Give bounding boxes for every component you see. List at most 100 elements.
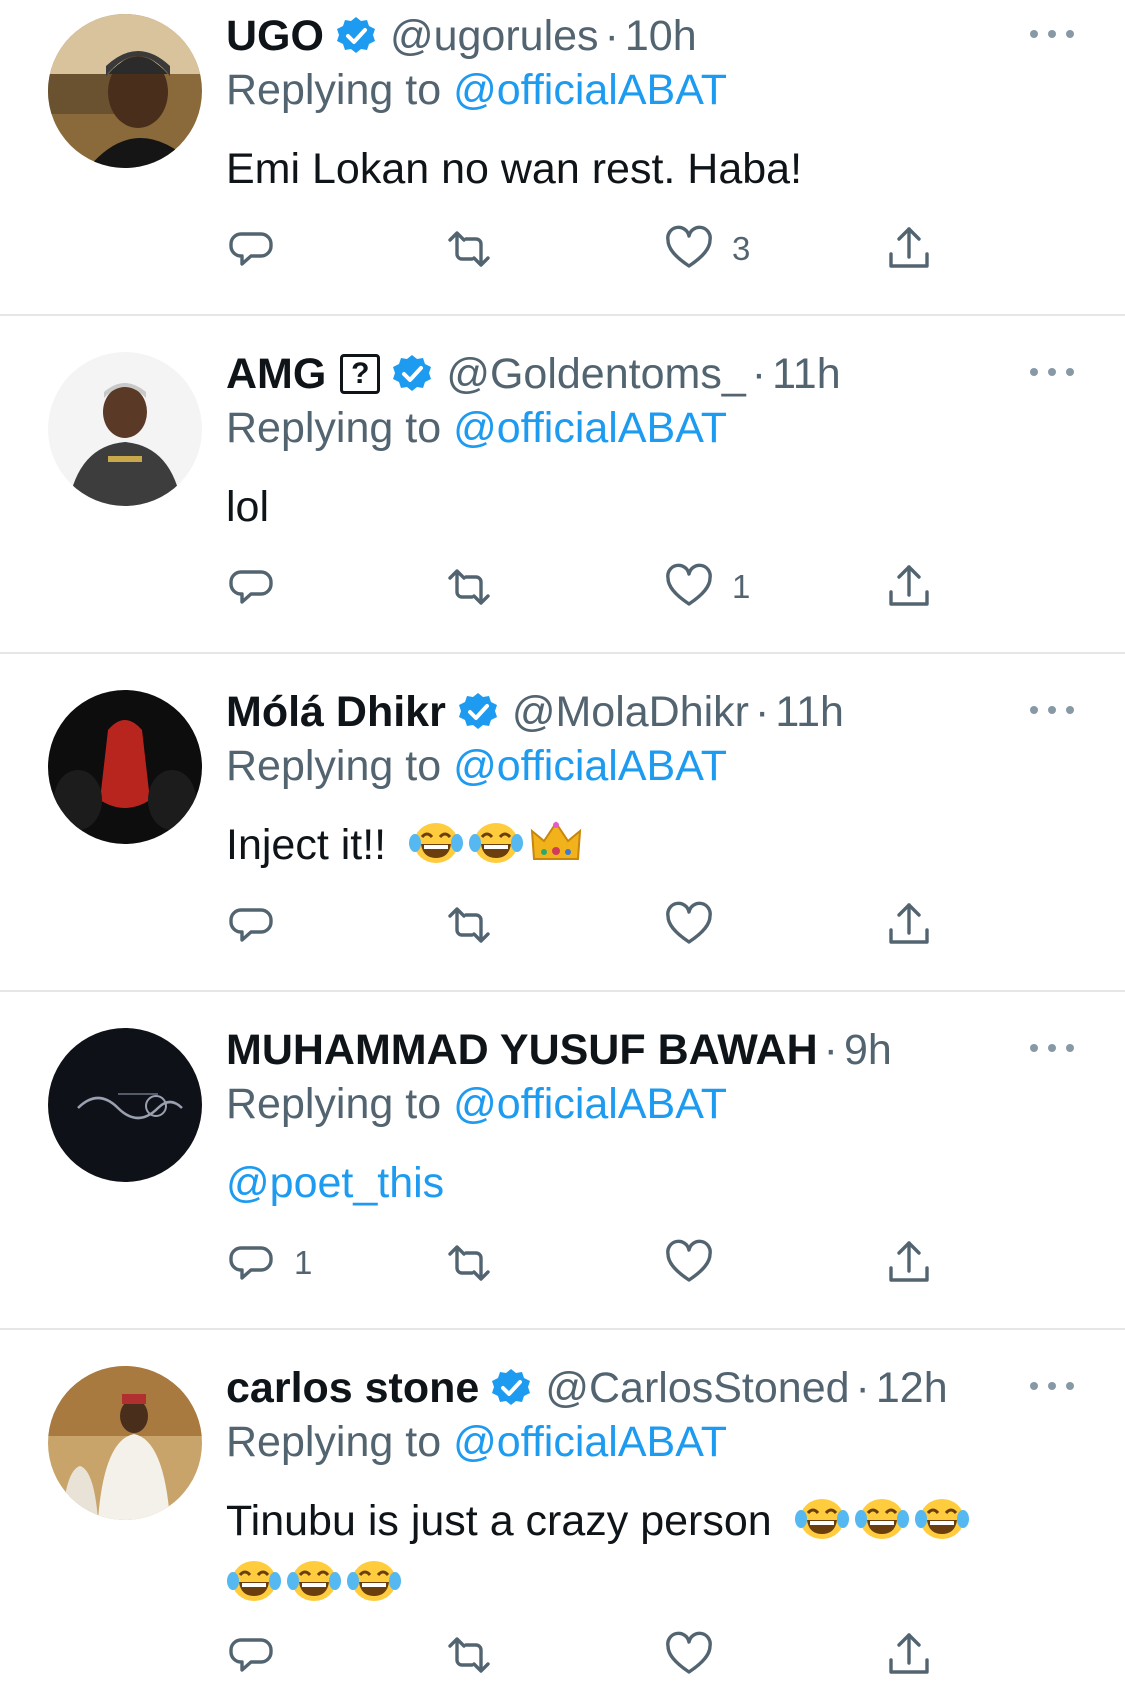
like-button[interactable]: 3 xyxy=(664,224,750,274)
tears-of-joy-icon xyxy=(408,821,465,865)
more-icon[interactable] xyxy=(1030,1376,1074,1396)
separator-dot: · xyxy=(855,1363,870,1412)
timestamp[interactable]: 12h xyxy=(876,1364,948,1413)
replying-to-mention[interactable]: @officialABAT xyxy=(453,66,727,114)
separator-dot: · xyxy=(604,11,619,60)
avatar[interactable] xyxy=(48,352,202,506)
reply-button[interactable] xyxy=(226,1630,276,1680)
share-icon xyxy=(889,227,929,268)
reply-icon xyxy=(229,570,273,604)
tears-of-joy-icon xyxy=(286,1559,342,1603)
replying-to: Replying to @officialABAT xyxy=(226,1080,727,1129)
tweet[interactable]: Mólá Dhikr @MolaDhikr · 11h Replying to … xyxy=(0,654,1125,992)
retweet-button[interactable] xyxy=(444,1630,494,1680)
share-button[interactable] xyxy=(884,224,934,274)
tears-of-joy-icon xyxy=(853,1497,910,1541)
display-name[interactable]: carlos stone xyxy=(226,1364,479,1413)
reply-icon xyxy=(229,1638,273,1672)
action-bar xyxy=(226,1630,1026,1680)
like-icon xyxy=(666,1239,712,1282)
share-button[interactable] xyxy=(884,562,934,612)
tears-of-joy-icon xyxy=(468,821,525,865)
reply-button[interactable] xyxy=(226,900,276,950)
avatar[interactable] xyxy=(48,690,202,844)
like-count: 1 xyxy=(732,568,751,605)
reply-button[interactable] xyxy=(226,224,276,274)
more-icon[interactable] xyxy=(1030,700,1074,720)
user-handle[interactable]: @Goldentoms_ xyxy=(446,350,745,399)
tweet[interactable]: UGO @ugorules · 10h Replying to @officia… xyxy=(0,0,1125,316)
action-bar: 3 xyxy=(226,224,1026,274)
display-name[interactable]: UGO xyxy=(226,12,324,61)
like-button[interactable] xyxy=(664,1630,714,1680)
share-button[interactable] xyxy=(884,1238,934,1288)
like-icon xyxy=(666,563,712,606)
timestamp[interactable]: 9h xyxy=(844,1026,892,1075)
avatar[interactable] xyxy=(48,14,202,168)
replying-to-mention[interactable]: @officialABAT xyxy=(453,1418,727,1466)
more-icon[interactable] xyxy=(1030,1038,1074,1058)
replying-to-label: Replying to xyxy=(226,1080,442,1128)
retweet-button[interactable] xyxy=(444,1238,494,1288)
tweet-body: Inject it!! xyxy=(226,814,1066,876)
user-handle[interactable]: @CarlosStoned xyxy=(545,1364,849,1413)
verified-icon xyxy=(457,692,498,731)
retweet-icon xyxy=(448,231,490,267)
user-handle[interactable]: @ugorules xyxy=(390,12,599,61)
tweet-text: lol xyxy=(226,483,270,531)
retweet-icon xyxy=(448,1245,490,1281)
more-icon[interactable] xyxy=(1030,362,1074,382)
timestamp[interactable]: 11h xyxy=(775,688,844,737)
replying-to-label: Replying to xyxy=(226,404,442,452)
reply-icon xyxy=(229,232,273,266)
share-button[interactable] xyxy=(884,900,934,950)
more-icon[interactable] xyxy=(1030,24,1074,44)
tweet[interactable]: MUHAMMAD YUSUF BAWAH · 9h Replying to @o… xyxy=(0,992,1125,1330)
replying-to-mention[interactable]: @officialABAT xyxy=(453,1080,727,1128)
share-icon xyxy=(889,565,929,606)
tweet[interactable]: AMG ? @Goldentoms_ · 11h Replying to @of… xyxy=(0,316,1125,654)
action-bar: 1 xyxy=(226,1238,1026,1288)
separator-dot: · xyxy=(823,1025,838,1074)
like-icon xyxy=(666,901,712,944)
replying-to-label: Replying to xyxy=(226,1418,442,1466)
tweet[interactable]: carlos stone @CarlosStoned · 12h Replyin… xyxy=(0,1330,1125,1706)
share-icon xyxy=(889,1633,929,1674)
reply-button[interactable]: 1 xyxy=(226,1238,312,1288)
replying-to-mention[interactable]: @officialABAT xyxy=(453,742,727,790)
replying-to-mention[interactable]: @officialABAT xyxy=(453,404,727,452)
retweet-icon xyxy=(448,1637,490,1673)
timestamp[interactable]: 11h xyxy=(772,350,841,399)
retweet-button[interactable] xyxy=(444,562,494,612)
like-icon xyxy=(666,225,712,268)
retweet-button[interactable] xyxy=(444,224,494,274)
display-name[interactable]: AMG xyxy=(226,350,326,399)
replying-to: Replying to @officialABAT xyxy=(226,742,727,791)
like-button[interactable]: 1 xyxy=(664,562,750,612)
mention-link[interactable]: @poet_this xyxy=(226,1159,444,1207)
display-name[interactable]: MUHAMMAD YUSUF BAWAH xyxy=(226,1026,818,1075)
retweet-button[interactable] xyxy=(444,900,494,950)
avatar[interactable] xyxy=(48,1366,202,1520)
share-icon xyxy=(889,1241,929,1282)
replying-to-label: Replying to xyxy=(226,66,442,114)
like-button[interactable] xyxy=(664,1238,714,1288)
separator-dot: · xyxy=(755,687,770,736)
retweet-icon xyxy=(448,569,490,605)
share-icon xyxy=(889,903,929,944)
tears-of-joy-icon xyxy=(226,1559,282,1603)
reply-icon xyxy=(229,908,273,942)
display-name[interactable]: Mólá Dhikr xyxy=(226,688,446,737)
replying-to: Replying to @officialABAT xyxy=(226,404,727,453)
reply-button[interactable] xyxy=(226,562,276,612)
timestamp[interactable]: 10h xyxy=(625,12,697,61)
tears-of-joy-icon xyxy=(793,1497,850,1541)
retweet-icon xyxy=(448,907,490,943)
like-button[interactable] xyxy=(664,900,714,950)
replying-to-label: Replying to xyxy=(226,742,442,790)
tears-of-joy-icon xyxy=(913,1497,970,1541)
share-button[interactable] xyxy=(884,1630,934,1680)
user-handle[interactable]: @MolaDhikr xyxy=(512,688,749,737)
avatar[interactable] xyxy=(48,1028,202,1182)
tweet-text: Emi Lokan no wan rest. Haba! xyxy=(226,145,803,193)
